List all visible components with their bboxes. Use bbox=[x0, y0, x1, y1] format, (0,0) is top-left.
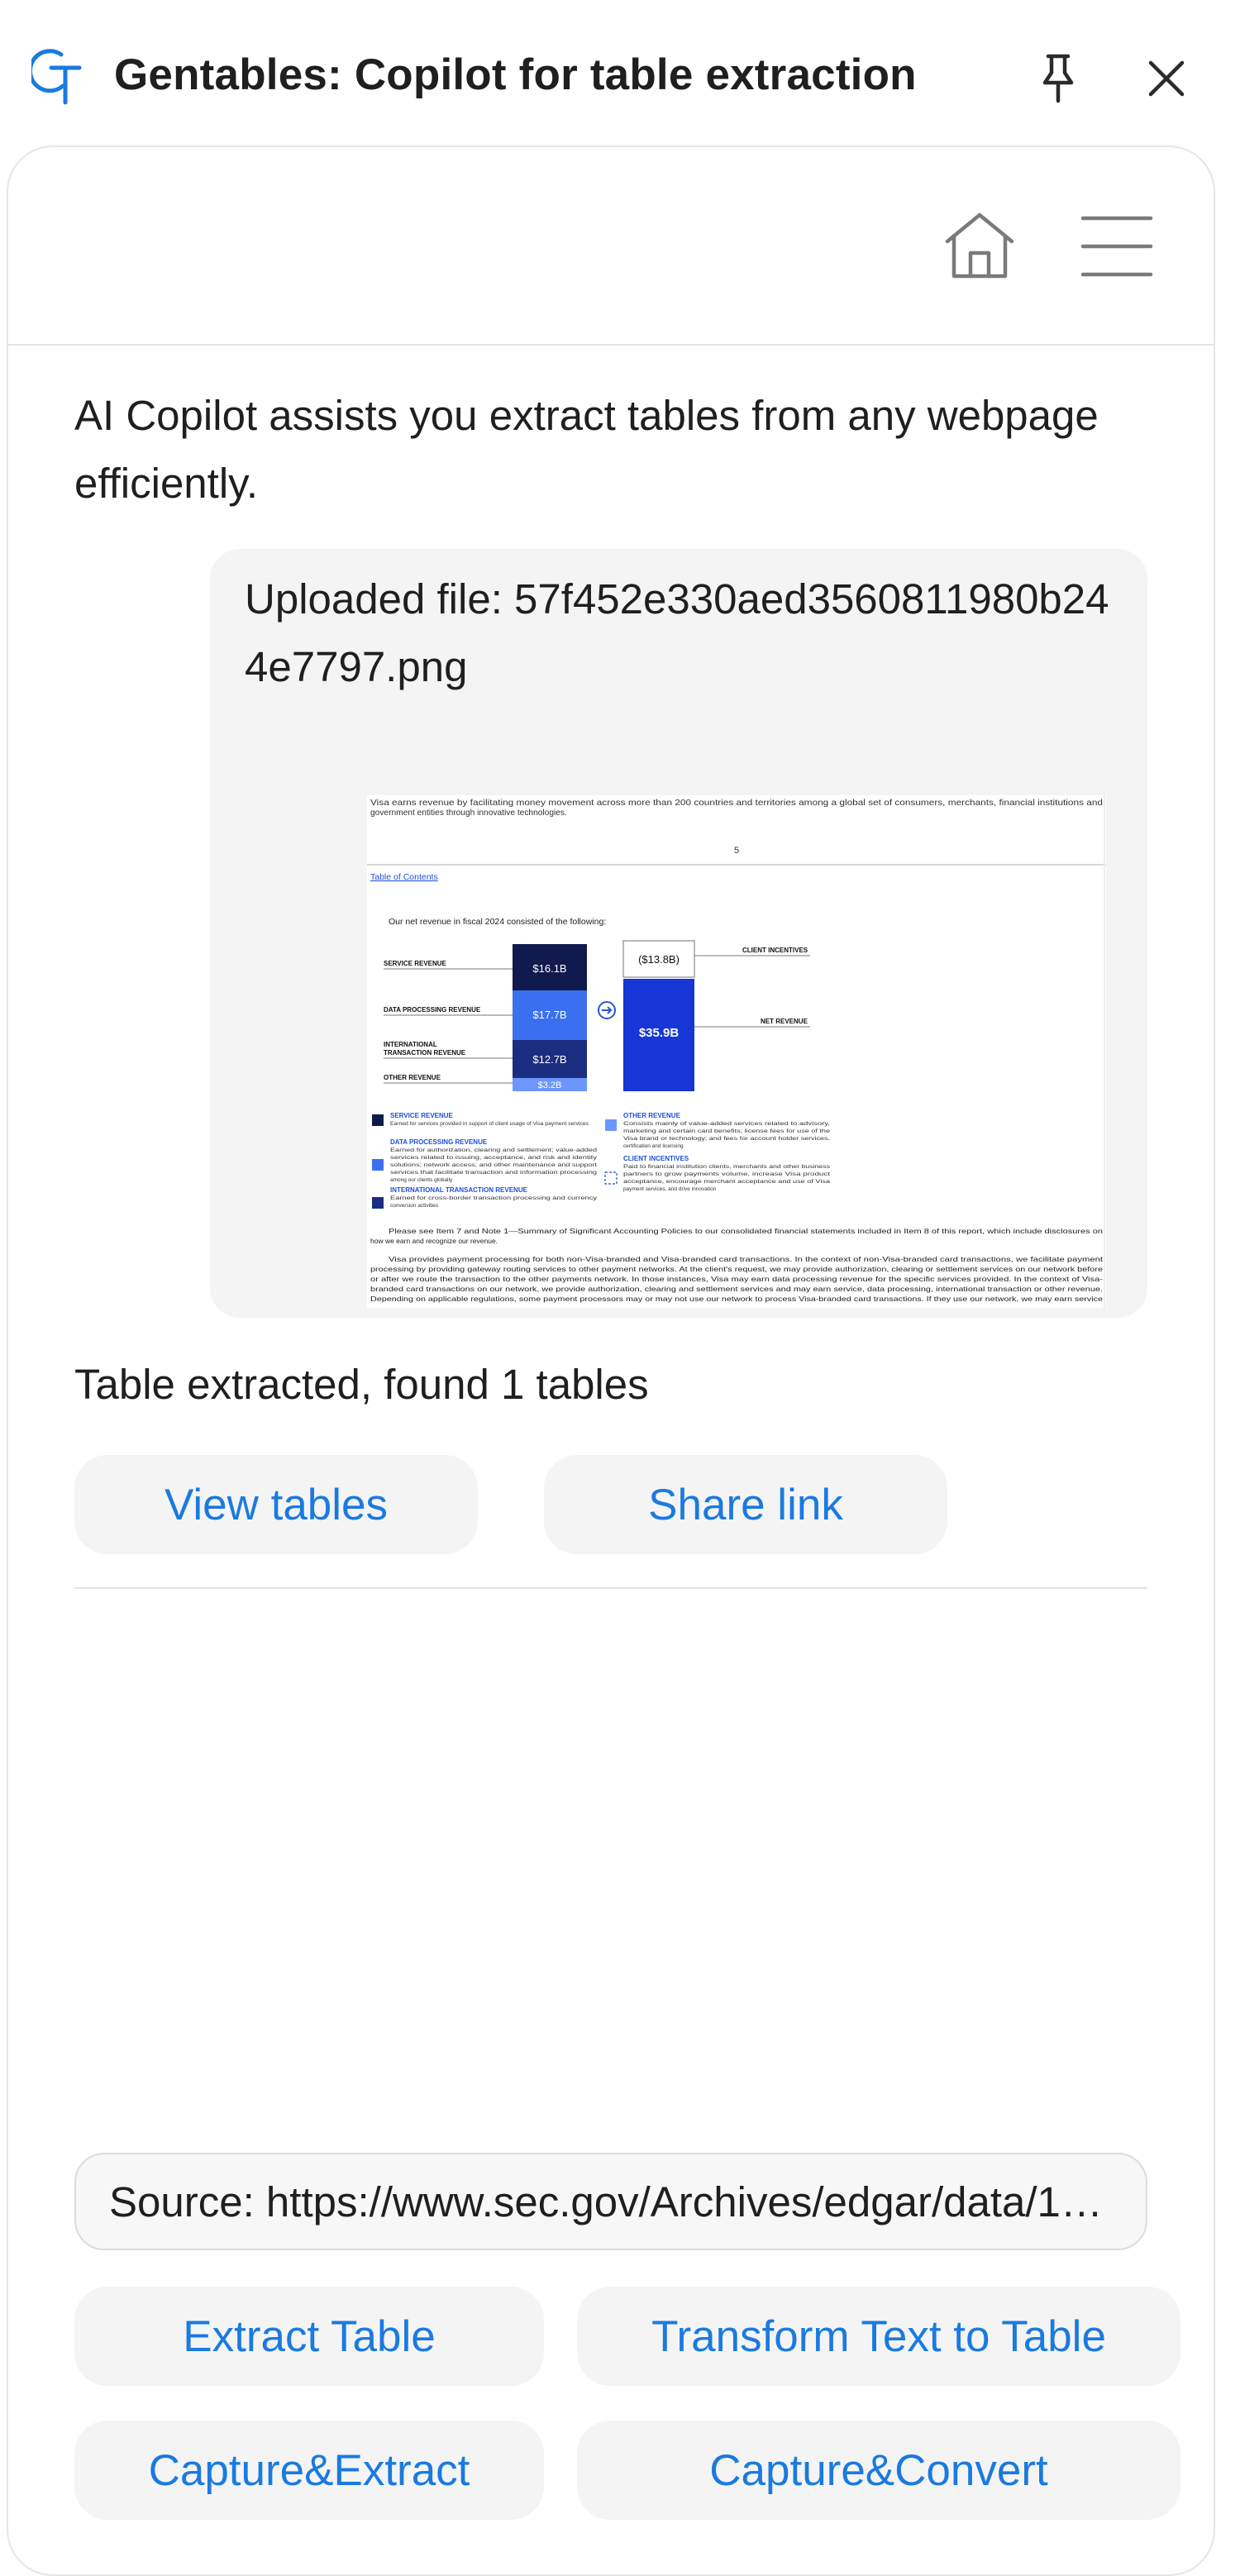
svg-text:Please see Item 7 and Note 1—S: Please see Item 7 and Note 1—Summary of … bbox=[389, 1227, 1103, 1235]
thumb-top-text: Visa earns revenue by facilitating money… bbox=[370, 799, 1103, 808]
svg-text:conversion activities: conversion activities bbox=[390, 1203, 439, 1209]
divider bbox=[74, 1587, 1147, 1589]
thumb-toc-link: Table of Contents bbox=[370, 872, 438, 882]
svg-text:branded card transactions on o: branded card transactions on our network… bbox=[370, 1285, 1103, 1293]
svg-text:services that facilitate trans: services that facilitate transaction and… bbox=[390, 1170, 598, 1176]
thumb-label-service: SERVICE REVENUE bbox=[384, 960, 447, 967]
svg-text:Earned for services provided i: Earned for services provided in support … bbox=[390, 1121, 589, 1127]
svg-text:Visa provides payment processi: Visa provides payment processing for bot… bbox=[389, 1255, 1104, 1263]
thumb-label-intl: TRANSACTION REVENUE bbox=[384, 1049, 466, 1057]
svg-text:Earned for authorization, clea: Earned for authorization, clearing and s… bbox=[390, 1147, 598, 1153]
thumb-top-text: government entities through innovative t… bbox=[370, 809, 567, 818]
transform-text-to-table-button[interactable]: Transform Text to Table bbox=[577, 2287, 1180, 2386]
source-url-text: Source: https://www.sec.gov/Archives/edg… bbox=[109, 2178, 1113, 2225]
svg-text:DATA PROCESSING REVENUE: DATA PROCESSING REVENUE bbox=[390, 1138, 488, 1146]
thumb-value-net: $35.9B bbox=[639, 1026, 680, 1040]
thumb-label-intl: INTERNATIONAL bbox=[384, 1041, 437, 1048]
thumb-label-net: NET REVENUE bbox=[761, 1018, 808, 1025]
source-url-field[interactable]: Source: https://www.sec.gov/Archives/edg… bbox=[74, 2153, 1147, 2250]
extraction-result-message: Table extracted, found 1 tables bbox=[74, 1361, 649, 1408]
svg-text:CLIENT INCENTIVES: CLIENT INCENTIVES bbox=[623, 1155, 689, 1162]
thumb-page-number: 5 bbox=[734, 846, 739, 856]
app-title: Gentables: Copilot for table extraction bbox=[114, 50, 917, 99]
home-icon[interactable] bbox=[942, 210, 1017, 279]
intro-message: AI Copilot assists you extract tables fr… bbox=[74, 392, 1099, 507]
svg-text:Paid to financial institution: Paid to financial institution clients, m… bbox=[623, 1164, 831, 1170]
svg-text:processing by providing gatewa: processing by providing gateway routing … bbox=[370, 1265, 1103, 1273]
thumb-value-data: $17.7B bbox=[532, 1009, 566, 1021]
extract-table-button[interactable]: Extract Table bbox=[74, 2287, 544, 2386]
svg-text:among our clients globally: among our clients globally bbox=[390, 1177, 453, 1183]
uploaded-file-message: Uploaded file: 57f452e330aed3560811980b2… bbox=[210, 549, 1147, 1318]
copilot-panel: AI Copilot assists you extract tables fr… bbox=[7, 145, 1215, 2576]
uploaded-image-thumbnail[interactable]: Visa earns revenue by facilitating money… bbox=[367, 795, 1106, 1308]
thumb-label-data: DATA PROCESSING REVENUE bbox=[384, 1006, 481, 1014]
pin-icon[interactable] bbox=[1038, 53, 1078, 104]
capture-extract-button[interactable]: Capture&Extract bbox=[74, 2421, 544, 2520]
svg-text:services related to issuing, a: services related to issuing, acceptance,… bbox=[390, 1155, 598, 1161]
view-tables-button[interactable]: View tables bbox=[74, 1455, 478, 1554]
svg-text:SERVICE REVENUE: SERVICE REVENUE bbox=[390, 1112, 454, 1119]
svg-text:OTHER REVENUE: OTHER REVENUE bbox=[623, 1112, 681, 1119]
svg-text:partners to grow payments volu: partners to grow payments volume, increa… bbox=[623, 1171, 830, 1177]
svg-text:payment services, and drive in: payment services, and drive innovation bbox=[623, 1186, 717, 1192]
thumb-intro-line: Our net revenue in fiscal 2024 consisted… bbox=[389, 917, 606, 927]
svg-text:INTERNATIONAL TRANSACTION REVE: INTERNATIONAL TRANSACTION REVENUE bbox=[390, 1186, 528, 1194]
svg-text:marketing and certain card ben: marketing and certain card benefits; lic… bbox=[623, 1128, 831, 1134]
thumb-value-other: $3.2B bbox=[538, 1080, 562, 1090]
svg-text:Visa brand or technology; and: Visa brand or technology; and fees for a… bbox=[623, 1136, 830, 1142]
title-bar: Gentables: Copilot for table extraction bbox=[0, 0, 1240, 145]
gentables-logo-icon bbox=[31, 49, 82, 105]
thumb-value-service: $16.1B bbox=[532, 962, 566, 975]
thumb-label-other: OTHER REVENUE bbox=[384, 1074, 441, 1081]
svg-text:Consists mainly of value-added: Consists mainly of value-added services … bbox=[623, 1121, 830, 1127]
svg-text:how we earn and recognize our: how we earn and recognize our revenue. bbox=[370, 1237, 498, 1245]
svg-text:acceptance, encourage merchant: acceptance, encourage merchant acceptanc… bbox=[623, 1179, 831, 1185]
panel-header bbox=[8, 147, 1214, 346]
svg-text:Depending on applicable regula: Depending on applicable regulations, som… bbox=[370, 1295, 1103, 1303]
uploaded-file-label: Uploaded file: 57f452e330aed3560811980b2… bbox=[245, 575, 1109, 690]
share-link-button[interactable]: Share link bbox=[544, 1455, 947, 1554]
svg-text:certification and licensing: certification and licensing bbox=[623, 1143, 684, 1149]
svg-text:Earned for cross-border transa: Earned for cross-border transaction proc… bbox=[390, 1195, 598, 1201]
svg-text:or after we route the transact: or after we route the transaction to the… bbox=[370, 1275, 1103, 1283]
hamburger-menu-icon[interactable] bbox=[1080, 213, 1154, 279]
thumb-value-client: ($13.8B) bbox=[638, 953, 680, 966]
thumb-label-client: CLIENT INCENTIVES bbox=[742, 947, 808, 954]
thumb-value-intl: $12.7B bbox=[532, 1053, 566, 1066]
close-icon[interactable] bbox=[1147, 60, 1185, 98]
capture-convert-button[interactable]: Capture&Convert bbox=[577, 2421, 1180, 2520]
svg-text:solutions; network access; and: solutions; network access; and other mai… bbox=[390, 1162, 597, 1168]
